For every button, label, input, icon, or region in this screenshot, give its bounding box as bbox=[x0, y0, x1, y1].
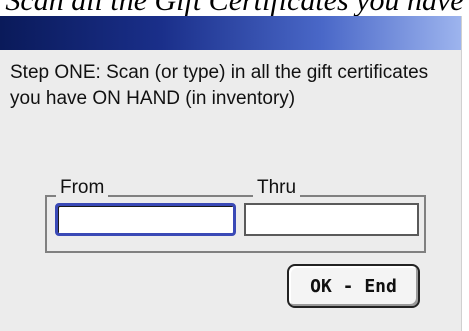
thru-input[interactable] bbox=[244, 203, 419, 236]
from-label: From bbox=[56, 177, 109, 199]
ok-end-button[interactable]: OK - End bbox=[287, 264, 420, 308]
gift-certificate-dialog: Step ONE: Scan (or type) in all the gift… bbox=[0, 16, 462, 331]
from-input[interactable] bbox=[55, 203, 236, 236]
thru-label: Thru bbox=[253, 177, 301, 199]
step-one-prompt: Step ONE: Scan (or type) in all the gift… bbox=[10, 62, 429, 109]
title-bar[interactable] bbox=[0, 16, 461, 50]
